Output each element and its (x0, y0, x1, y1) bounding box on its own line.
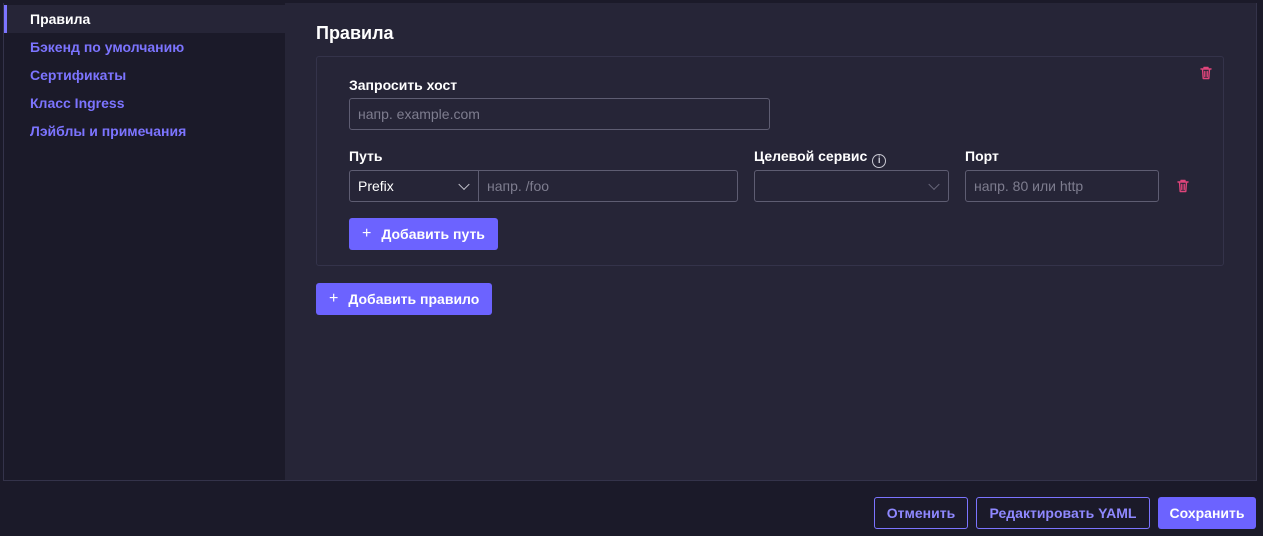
save-button[interactable]: Сохранить (1158, 497, 1256, 529)
sidebar-item-label: Сертификаты (30, 67, 127, 83)
sidebar-item-label: Правила (30, 11, 91, 27)
add-rule-label: Добавить правило (348, 291, 480, 307)
host-input[interactable] (349, 98, 770, 130)
target-service-select[interactable] (754, 170, 949, 202)
path-label: Путь (349, 148, 383, 164)
sidebar-item-rules[interactable]: Правила (4, 5, 285, 33)
service-label: Целевой сервис i (754, 148, 887, 168)
sidebar-item-labels-annotations[interactable]: Лэйблы и примечания (4, 117, 285, 145)
app-frame: Правила Бэкенд по умолчанию Сертификаты … (3, 3, 1257, 481)
add-path-button[interactable]: + Добавить путь (349, 218, 498, 250)
sidebar: Правила Бэкенд по умолчанию Сертификаты … (4, 3, 285, 480)
trash-icon[interactable] (1175, 178, 1191, 194)
add-rule-button[interactable]: + Добавить правило (316, 283, 493, 315)
path-input[interactable] (478, 170, 738, 202)
sidebar-item-label: Класс Ingress (30, 95, 125, 111)
sidebar-item-label: Лэйблы и примечания (30, 123, 187, 139)
service-label-text: Целевой сервис (754, 148, 868, 164)
sidebar-item-ingress-class[interactable]: Класс Ingress (4, 89, 285, 117)
rule-card: Запросить хост Путь Prefix Целевой серви… (316, 56, 1224, 266)
trash-icon[interactable] (1198, 65, 1214, 81)
main-content: Правила Запросить хост Путь Prefix Целев… (285, 3, 1256, 480)
plus-icon: + (329, 290, 339, 307)
chevron-down-icon (928, 178, 940, 191)
page-title: Правила (316, 23, 394, 43)
info-icon[interactable]: i (872, 154, 887, 168)
path-type-value: Prefix (358, 178, 394, 194)
port-input[interactable] (965, 170, 1159, 202)
sidebar-item-label: Бэкенд по умолчанию (30, 39, 185, 55)
chevron-down-icon (458, 178, 470, 191)
sidebar-item-default-backend[interactable]: Бэкенд по умолчанию (4, 33, 285, 61)
cancel-button[interactable]: Отменить (874, 497, 968, 529)
path-type-select[interactable]: Prefix (349, 170, 479, 202)
port-label: Порт (965, 148, 999, 164)
footer-actions: Отменить Редактировать YAML Сохранить (0, 481, 1263, 536)
plus-icon: + (362, 225, 372, 242)
edit-yaml-button[interactable]: Редактировать YAML (976, 497, 1150, 529)
sidebar-item-certificates[interactable]: Сертификаты (4, 61, 285, 89)
add-path-label: Добавить путь (381, 226, 485, 242)
host-label: Запросить хост (349, 77, 458, 93)
